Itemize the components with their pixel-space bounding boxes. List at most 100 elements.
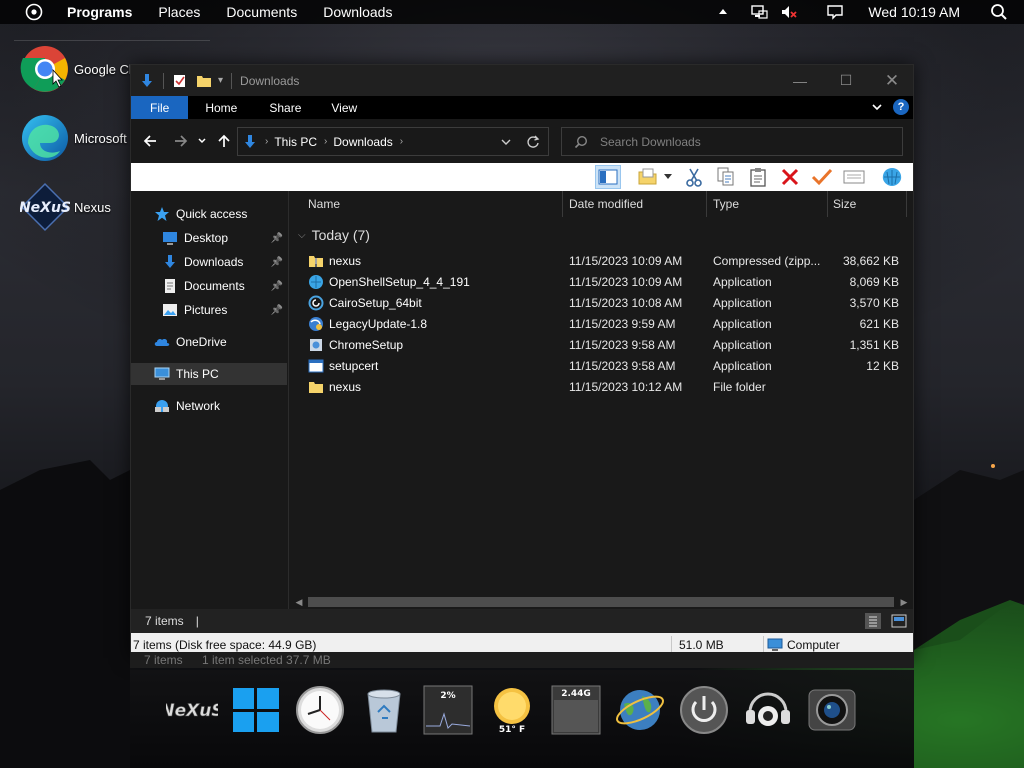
forward-button[interactable] — [169, 129, 193, 153]
column-separator[interactable] — [906, 191, 907, 217]
clock-text[interactable]: Wed 10:19 AM — [868, 4, 960, 20]
maximize-button[interactable]: ☐ — [823, 65, 869, 96]
notification-icon[interactable] — [826, 4, 844, 20]
breadcrumb-chevron[interactable]: › — [265, 136, 268, 147]
properties-icon[interactable] — [172, 73, 188, 89]
menu-programs[interactable]: Programs — [67, 4, 132, 20]
search-box[interactable] — [561, 127, 903, 156]
table-row[interactable]: OpenShellSetup_4_4_191 11/15/2023 10:09 A… — [308, 272, 908, 293]
properties-button[interactable] — [841, 165, 867, 189]
cut-button[interactable] — [681, 165, 707, 189]
nav-item-documents[interactable]: Documents 📌 — [131, 275, 287, 297]
horizontal-scrollbar[interactable]: ◀ ▶ — [290, 595, 913, 609]
column-header-size[interactable]: Size — [833, 191, 856, 217]
status-bar: 7 items | — [131, 609, 913, 633]
column-header-type[interactable]: Type — [713, 191, 739, 217]
menu-places[interactable]: Places — [158, 4, 200, 20]
desktop-icon-label: Nexus — [74, 199, 111, 215]
pin-icon[interactable]: 📌 — [271, 257, 283, 268]
column-header-name[interactable]: Name — [308, 191, 340, 217]
dock-power[interactable] — [678, 684, 730, 736]
ribbon-controls: ? — [871, 99, 909, 115]
pin-icon[interactable]: 📌 — [271, 233, 283, 244]
minimize-button[interactable]: — — [777, 65, 823, 96]
rename-button[interactable] — [809, 165, 835, 189]
dock-cpu-meter[interactable]: 2% — [422, 684, 474, 736]
breadcrumb-chevron[interactable]: › — [324, 136, 327, 147]
dock-media-player[interactable] — [742, 684, 794, 736]
copy-button[interactable] — [713, 165, 739, 189]
up-button[interactable] — [212, 129, 236, 153]
chevron-down-icon[interactable] — [500, 136, 512, 148]
nav-item-network[interactable]: Network — [131, 395, 287, 417]
details-view-icon[interactable] — [865, 613, 881, 629]
dock-windows[interactable] — [230, 684, 282, 736]
dock-nexus[interactable]: NeXuS — [160, 684, 224, 736]
table-row[interactable]: setupcert 11/15/2023 9:58 AM Application 12… — [308, 356, 908, 377]
breadcrumb-downloads[interactable]: Downloads — [333, 135, 392, 149]
table-row[interactable]: nexus 11/15/2023 10:12 AM File folder — [308, 377, 908, 398]
volume-muted-icon[interactable] — [780, 4, 798, 20]
tab-file[interactable]: File — [131, 96, 189, 119]
chevron-up-icon[interactable] — [714, 4, 732, 20]
nav-item-downloads[interactable]: Downloads 📌 — [131, 251, 287, 273]
chevron-down-icon[interactable] — [871, 101, 883, 113]
large-icons-view-icon[interactable] — [891, 613, 907, 629]
tab-home[interactable]: Home — [191, 96, 251, 119]
pin-icon[interactable]: 📌 — [271, 305, 283, 316]
breadcrumb-this-pc[interactable]: This PC — [274, 135, 317, 149]
dock-memory-meter[interactable]: 2.44G — [550, 684, 602, 736]
navigation-bar: › This PC › Downloads › — [131, 119, 913, 163]
refresh-icon[interactable] — [526, 135, 540, 149]
table-row[interactable]: nexus 11/15/2023 10:09 AM Compressed (zipp… — [308, 251, 908, 272]
pin-icon[interactable]: 📌 — [271, 281, 283, 292]
shell-settings-button[interactable] — [879, 165, 905, 189]
dock-clock[interactable] — [294, 684, 346, 736]
dock-camera[interactable] — [806, 684, 858, 736]
breadcrumb-chevron[interactable]: › — [400, 136, 403, 147]
column-separator[interactable] — [827, 191, 828, 217]
help-button[interactable]: ? — [893, 99, 909, 115]
paste-button[interactable] — [745, 165, 771, 189]
delete-button[interactable] — [777, 165, 803, 189]
scroll-right-arrow[interactable]: ▶ — [897, 595, 911, 609]
address-bar[interactable]: › This PC › Downloads › — [237, 127, 549, 156]
table-row[interactable]: CairoSetup_64bit 11/15/2023 10:08 AM Appli… — [308, 293, 908, 314]
tab-share[interactable]: Share — [255, 96, 315, 119]
network-icon[interactable] — [750, 4, 769, 20]
scissors-icon — [686, 168, 702, 187]
nav-item-quick-access[interactable]: Quick access — [131, 203, 287, 225]
dock-recycle-bin[interactable] — [358, 684, 410, 736]
nav-item-this-pc[interactable]: This PC — [131, 363, 287, 385]
title-bar[interactable]: ▾ Downloads — ☐ ✕ — [131, 65, 913, 96]
scrollbar-thumb[interactable] — [308, 597, 894, 607]
table-row[interactable]: LegacyUpdate-1.8 11/15/2023 9:59 AM Applic… — [308, 314, 908, 335]
dock-weather[interactable]: 51° F — [486, 684, 538, 736]
start-menu-icon[interactable] — [25, 3, 43, 21]
dock-internet[interactable] — [614, 684, 666, 736]
view-button[interactable] — [635, 165, 661, 189]
nav-item-onedrive[interactable]: OneDrive — [131, 331, 287, 353]
menu-downloads[interactable]: Downloads — [323, 4, 392, 20]
nav-item-label: Network — [176, 399, 221, 413]
preview-pane-button[interactable] — [595, 165, 621, 189]
tab-view[interactable]: View — [317, 96, 371, 119]
column-header-date[interactable]: Date modified — [569, 191, 643, 217]
scroll-left-arrow[interactable]: ◀ — [292, 595, 306, 609]
new-folder-icon[interactable] — [196, 73, 212, 89]
customize-toolbar-icon[interactable]: ▾ — [218, 75, 223, 86]
menu-documents[interactable]: Documents — [226, 4, 297, 20]
search-input[interactable] — [600, 134, 890, 149]
group-header-today[interactable]: ⌵ Today (7) — [298, 227, 370, 243]
view-dropdown[interactable] — [661, 165, 675, 189]
nav-item-pictures[interactable]: Pictures 📌 — [131, 299, 287, 321]
nav-item-desktop[interactable]: Desktop 📌 — [131, 227, 287, 249]
column-separator[interactable] — [706, 191, 707, 217]
ribbon-tabs: File Home Share View ? — [131, 96, 913, 119]
column-separator[interactable] — [562, 191, 563, 217]
table-row[interactable]: ChromeSetup 11/15/2023 9:58 AM Application… — [308, 335, 908, 356]
close-button[interactable]: ✕ — [869, 65, 915, 96]
recent-locations-button[interactable] — [195, 129, 209, 153]
search-icon[interactable] — [990, 3, 1008, 21]
back-button[interactable] — [138, 129, 162, 153]
